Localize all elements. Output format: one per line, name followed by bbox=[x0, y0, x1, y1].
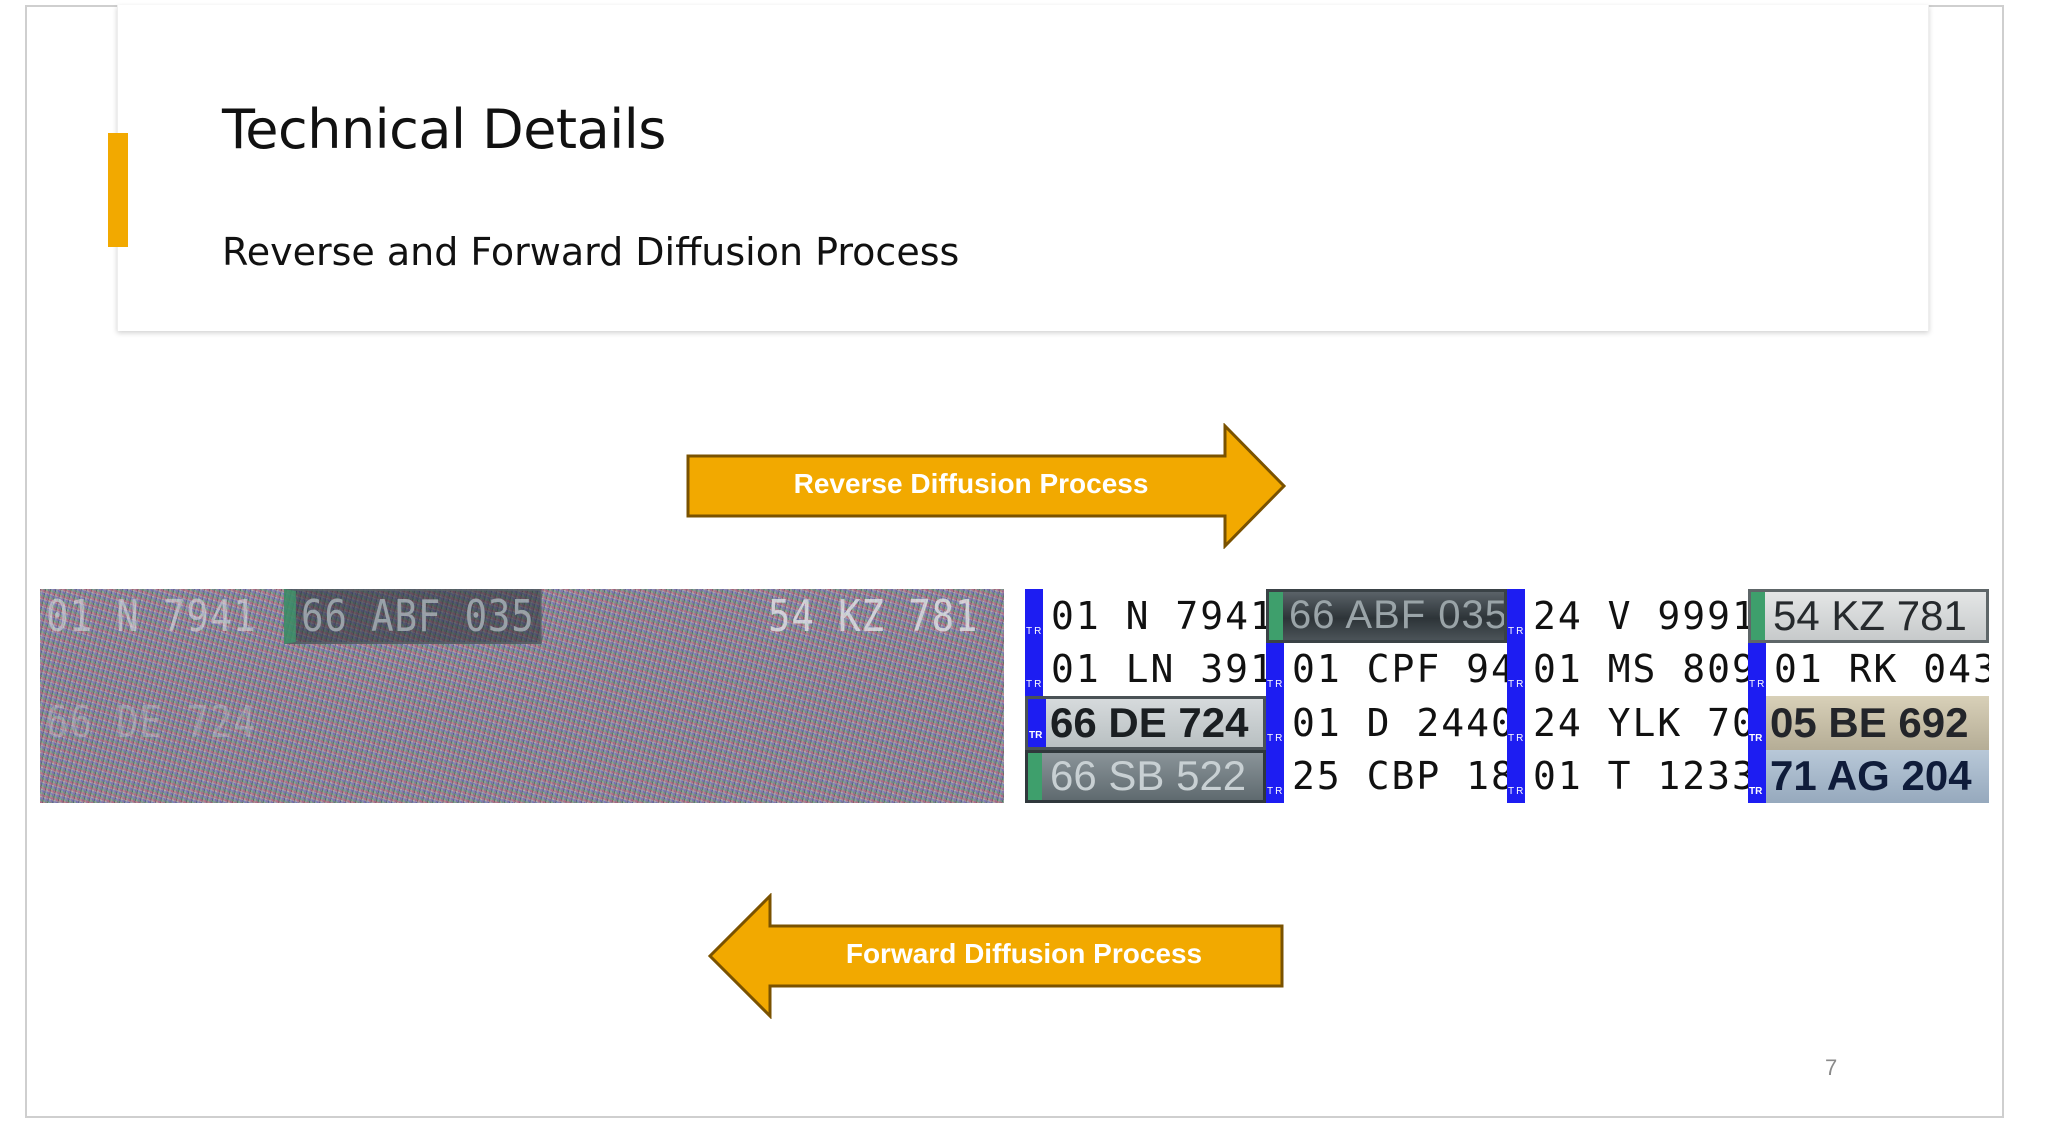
forward-diffusion-arrow: Forward Diffusion Process bbox=[706, 893, 1284, 1019]
noisy-image: 01 N 7941 66 ABF 035 54 KZ 781 66 DE 724 bbox=[40, 589, 1004, 803]
plate: 01 RK 043 bbox=[1748, 642, 1989, 696]
plate: 01 MS 809 bbox=[1507, 642, 1748, 696]
noisy-plate-3: 54 KZ 781 bbox=[768, 591, 979, 642]
plate: 01 D 2440 bbox=[1266, 696, 1507, 750]
noisy-plate-1: 01 N 7941 bbox=[46, 591, 257, 642]
plate-grid: 01 N 7941 66 ABF 035 24 V 9991 54 KZ 781… bbox=[1025, 589, 1989, 803]
plate: 24 YLK 70 bbox=[1507, 696, 1748, 750]
header-card bbox=[117, 5, 1929, 331]
slide-subtitle: Reverse and Forward Diffusion Process bbox=[222, 230, 960, 274]
plate: 01 T 1233 bbox=[1507, 749, 1748, 803]
plate: 05 BE 692 bbox=[1748, 696, 1989, 750]
noisy-plate-4: 66 DE 724 bbox=[46, 697, 257, 748]
plate: 01 CPF 94 bbox=[1266, 642, 1507, 696]
page-number: 7 bbox=[1825, 1055, 1838, 1080]
plate: 66 ABF 035 bbox=[1266, 589, 1507, 643]
plate: 01 N 7941 bbox=[1025, 589, 1266, 643]
reverse-diffusion-label: Reverse Diffusion Process bbox=[793, 468, 1149, 499]
reverse-diffusion-arrow: Reverse Diffusion Process bbox=[686, 423, 1288, 549]
plate: 25 CBP 18 bbox=[1266, 749, 1507, 803]
forward-diffusion-label: Forward Diffusion Process bbox=[845, 938, 1203, 969]
plate: 71 AG 204 bbox=[1748, 749, 1989, 803]
plate: 24 V 9991 bbox=[1507, 589, 1748, 643]
plate: 66 SB 522 bbox=[1025, 749, 1266, 803]
plate: 01 LN 391 bbox=[1025, 642, 1266, 696]
plate: 66 DE 724 bbox=[1025, 696, 1266, 750]
slide-title: Technical Details bbox=[222, 98, 666, 161]
noisy-plate-2: 66 ABF 035 bbox=[284, 589, 542, 644]
plate: 54 KZ 781 bbox=[1748, 589, 1989, 643]
accent-bar bbox=[108, 133, 128, 247]
